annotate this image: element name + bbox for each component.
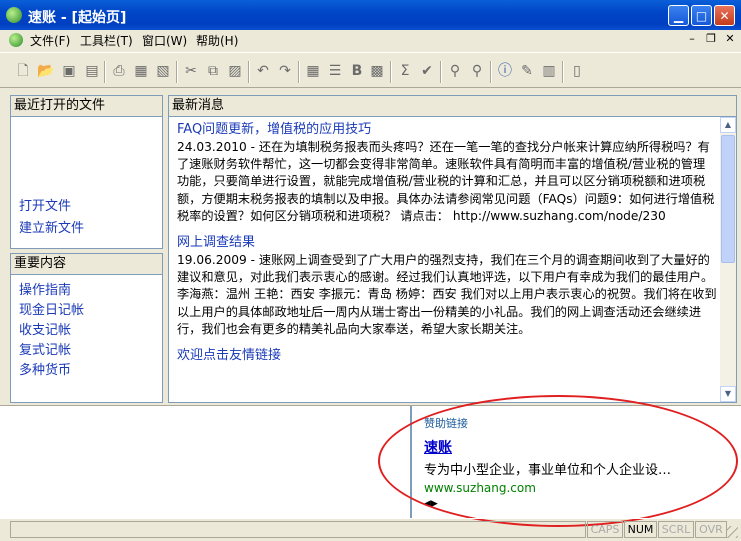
menu-help[interactable]: 帮助(H) bbox=[196, 32, 238, 49]
toolbar-separator bbox=[562, 61, 564, 83]
status-ovr: OVR bbox=[695, 521, 727, 538]
title-bar[interactable]: 速账 - [起始页] ▁ □ ✕ bbox=[0, 0, 741, 30]
print-preview-icon[interactable]: ▦ bbox=[132, 62, 150, 80]
app-icon bbox=[6, 7, 22, 23]
app-window: 速账 - [起始页] ▁ □ ✕ 文件(F) 工具栏(T) 窗口(W) 帮助(H… bbox=[0, 0, 741, 540]
news-body: 19.06.2009 - 速账网上调查受到了广大用户的强烈支持，我们在三个月的调… bbox=[177, 253, 717, 336]
multi-currency-link[interactable]: 多种货币 bbox=[19, 359, 71, 378]
news-body: 24.03.2010 - 还在为填制税务报表而头疼吗？还在一笔一笔的查找分户帐来… bbox=[177, 140, 715, 223]
cash-journal-link[interactable]: 现金日记帐 bbox=[19, 299, 84, 318]
menu-bar: 文件(F) 工具栏(T) 窗口(W) 帮助(H) bbox=[0, 30, 741, 50]
recent-files-header: 最近打开的文件 bbox=[11, 96, 162, 117]
align-icon[interactable]: ☰ bbox=[326, 62, 344, 80]
toolbar-separator bbox=[248, 61, 250, 83]
toolbar-separator bbox=[298, 61, 300, 83]
page-setup-icon[interactable]: ▧ bbox=[154, 62, 172, 80]
highlight-oval bbox=[378, 395, 738, 527]
recent-files-panel: 最近打开的文件 打开文件 建立新文件 bbox=[10, 95, 163, 249]
news-title[interactable]: FAQ问题更新，增值税的应用技巧 bbox=[177, 120, 717, 139]
news-content: FAQ问题更新，增值税的应用技巧 24.03.2010 - 还在为填制税务报表而… bbox=[177, 120, 717, 365]
income-expense-link[interactable]: 收支记帐 bbox=[19, 319, 71, 338]
bold-icon[interactable]: B bbox=[348, 62, 366, 80]
scroll-thumb[interactable] bbox=[721, 135, 735, 263]
document-icon[interactable] bbox=[9, 33, 23, 47]
toolbar-separator bbox=[490, 61, 492, 83]
toolbar: 🗋 📂 ▣ ▤ ⎙ ▦ ▧ ✂ ⧉ ▨ ↶ ↷ ▦ ☰ B ▩ Σ ✔ ⚲ ⚲ … bbox=[0, 52, 741, 88]
status-scrl: SCRL bbox=[658, 521, 694, 538]
close-button[interactable]: ✕ bbox=[714, 5, 735, 26]
table-icon[interactable]: ▦ bbox=[304, 62, 322, 80]
print-icon[interactable]: ⎙ bbox=[110, 62, 128, 80]
menu-toolbar[interactable]: 工具栏(T) bbox=[80, 32, 133, 49]
export-icon[interactable]: ▥ bbox=[540, 62, 558, 80]
new-file-icon[interactable]: 🗋 bbox=[14, 62, 32, 80]
find-next-icon[interactable]: ⚲ bbox=[468, 62, 486, 80]
check-icon[interactable]: ✔ bbox=[418, 62, 436, 80]
child-close-icon[interactable]: ✕ bbox=[722, 32, 738, 46]
copy-icon[interactable]: ⧉ bbox=[204, 62, 222, 80]
double-entry-link[interactable]: 复式记帐 bbox=[19, 339, 71, 358]
child-minimize-icon[interactable]: – bbox=[684, 32, 700, 46]
status-num: NUM bbox=[624, 521, 657, 538]
resize-grip-icon[interactable] bbox=[726, 526, 738, 538]
redo-icon[interactable]: ↷ bbox=[276, 62, 294, 80]
find-icon[interactable]: ⚲ bbox=[446, 62, 464, 80]
important-content-panel: 重要内容 操作指南 现金日记帐 收支记帐 复式记帐 多种货币 bbox=[10, 253, 163, 403]
sum-icon[interactable]: Σ bbox=[396, 62, 414, 80]
status-message bbox=[10, 521, 586, 538]
save-icon[interactable]: ▣ bbox=[60, 62, 78, 80]
guide-link[interactable]: 操作指南 bbox=[19, 279, 71, 298]
news-panel: 最新消息 FAQ问题更新，增值税的应用技巧 24.03.2010 - 还在为填制… bbox=[168, 95, 737, 403]
toolbar-separator bbox=[440, 61, 442, 83]
maximize-button[interactable]: □ bbox=[691, 5, 712, 26]
toolbar-separator bbox=[176, 61, 178, 83]
menu-file[interactable]: 文件(F) bbox=[30, 32, 70, 49]
undo-icon[interactable]: ↶ bbox=[254, 62, 272, 80]
news-header: 最新消息 bbox=[169, 96, 736, 117]
scroll-up-icon[interactable]: ▲ bbox=[720, 117, 736, 133]
minimize-button[interactable]: ▁ bbox=[668, 5, 689, 26]
toolbar-separator bbox=[104, 61, 106, 83]
paste-icon[interactable]: ▨ bbox=[226, 62, 244, 80]
important-content-header: 重要内容 bbox=[11, 254, 162, 275]
edit-icon[interactable]: ✎ bbox=[518, 62, 536, 80]
open-folder-icon[interactable]: 📂 bbox=[37, 62, 55, 80]
news-title[interactable]: 网上调查结果 bbox=[177, 233, 717, 252]
news-title[interactable]: 欢迎点击友情链接 bbox=[177, 346, 717, 365]
status-bar: CAPS NUM SCRL OVR bbox=[0, 518, 741, 541]
save-all-icon[interactable]: ▤ bbox=[83, 62, 101, 80]
news-scrollbar[interactable]: ▲ ▼ bbox=[720, 117, 736, 402]
scroll-down-icon[interactable]: ▼ bbox=[720, 386, 736, 402]
open-file-link[interactable]: 打开文件 bbox=[19, 195, 71, 214]
info-icon[interactable]: ⓘ bbox=[496, 62, 514, 80]
pdf-icon[interactable]: ▯ bbox=[568, 62, 586, 80]
window-title: 速账 - [起始页] bbox=[28, 10, 127, 26]
child-restore-icon[interactable]: ❐ bbox=[703, 32, 719, 46]
cut-icon[interactable]: ✂ bbox=[182, 62, 200, 80]
toolbar-separator bbox=[390, 61, 392, 83]
new-file-link[interactable]: 建立新文件 bbox=[19, 217, 84, 236]
menu-window[interactable]: 窗口(W) bbox=[142, 32, 187, 49]
format-icon[interactable]: ▩ bbox=[368, 62, 386, 80]
status-caps: CAPS bbox=[587, 521, 623, 538]
